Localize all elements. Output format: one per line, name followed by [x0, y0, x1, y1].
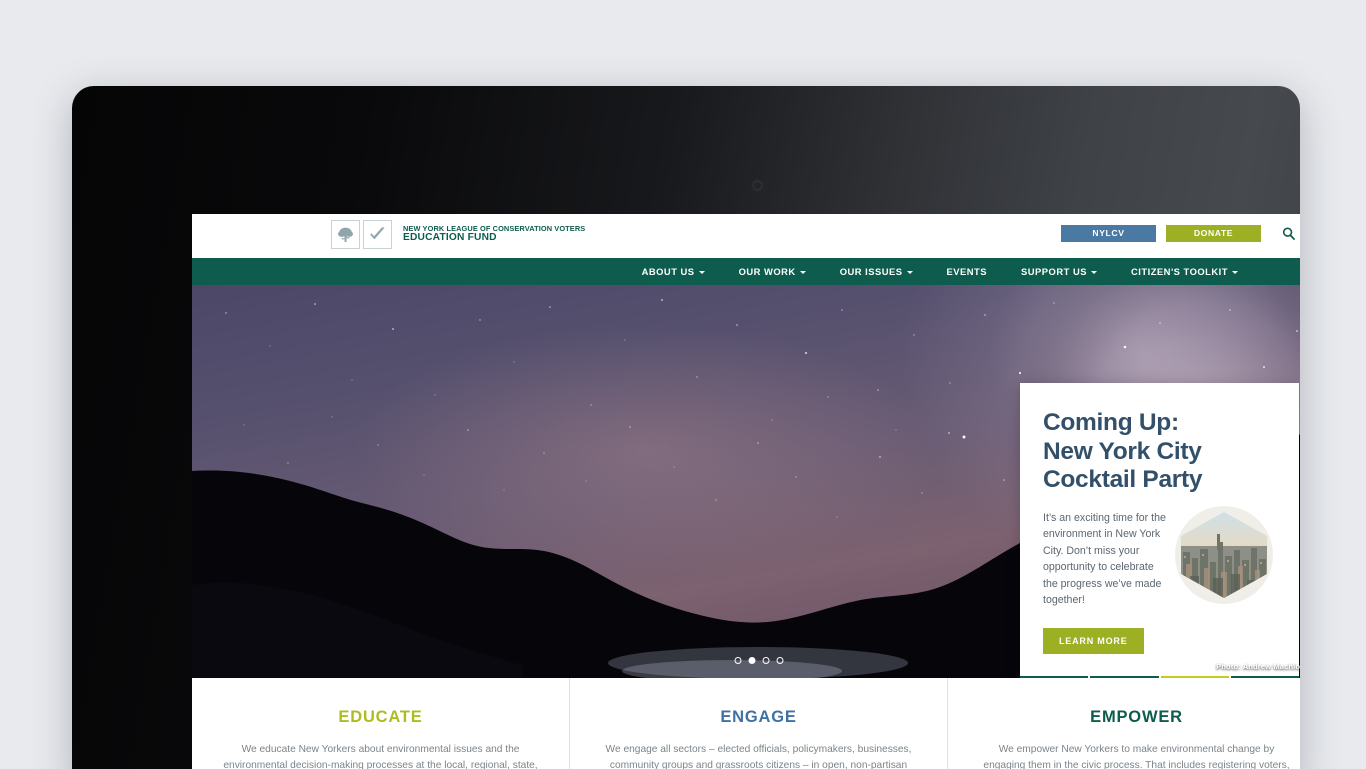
feature-description-educate: We educate New Yorkers about environment…: [223, 744, 538, 769]
feature-columns: EDUCATE We educate New Yorkers about envi…: [192, 678, 1300, 769]
slider-dots: [734, 657, 783, 664]
nav-item-about-us[interactable]: ABOUT US: [625, 266, 722, 277]
chevron-down-icon: [799, 271, 806, 274]
nav-item-our-issues[interactable]: OUR ISSUES: [823, 266, 930, 277]
feature-title-educate: EDUCATE: [338, 708, 423, 726]
nav-item-support-us[interactable]: SUPPORT US: [1004, 266, 1114, 277]
laptop-frame: NEW YORK LEAGUE OF CONSERVATION VOTERS E…: [72, 86, 1300, 769]
main-navigation: ABOUT US OUR WORK OUR ISSUES EVENTS SUPPORT …: [192, 258, 1300, 285]
feature-title-engage: ENGAGE: [720, 708, 797, 726]
chevron-down-icon: [698, 271, 705, 274]
feature-description-empower: We empower New Yorkers to make environme…: [983, 744, 1290, 769]
hero-title-line-1: Coming Up:: [1043, 409, 1179, 436]
slider-dot-1[interactable]: [734, 657, 741, 664]
nav-item-events[interactable]: EVENTS: [930, 266, 1005, 277]
chevron-down-icon: [1232, 271, 1238, 274]
feature-card-empower: EMPOWER We empower New Yorkers to make en…: [947, 678, 1300, 769]
browser-screen: NEW YORK LEAGUE OF CONSERVATION VOTERS E…: [192, 214, 1300, 769]
hero-card-title: Coming Up: New York City Cocktail Party: [1043, 409, 1276, 495]
feature-card-engage: ENGAGE We engage all sectors – elected of…: [569, 678, 947, 769]
hero-learn-more-button[interactable]: LEARN MORE: [1043, 628, 1144, 655]
hero-title-line-3: Cocktail Party: [1043, 466, 1203, 494]
logo-wordmark: NEW YORK LEAGUE OF CONSERVATION VOTERS E…: [403, 225, 585, 243]
slider-dot-4[interactable]: [776, 657, 783, 664]
hero-title-line-2: New York City: [1043, 437, 1202, 465]
nav-item-label: CITIZEN'S TOOLKIT: [1130, 266, 1228, 277]
search-icon[interactable]: [1279, 224, 1297, 242]
feature-description-engage: We engage all sectors – elected official…: [605, 744, 912, 769]
donate-button[interactable]: DONATE: [1166, 224, 1261, 242]
nav-item-our-work[interactable]: OUR WORK: [722, 266, 823, 277]
nav-item-label: OUR WORK: [738, 266, 796, 277]
nav-item-label: SUPPORT US: [1021, 266, 1087, 277]
nav-item-label: OUR ISSUES: [839, 266, 903, 277]
site-header: NEW YORK LEAGUE OF CONSERVATION VOTERS E…: [192, 214, 1300, 258]
hero-slider: Coming Up: New York City Cocktail Party …: [192, 285, 1300, 678]
nyc-skyline-hexagon-image: [1175, 505, 1273, 604]
site-logo[interactable]: NEW YORK LEAGUE OF CONSERVATION VOTERS E…: [331, 220, 585, 249]
photo-credit: Photo: Andrew Machlowski: [1216, 662, 1300, 671]
nylcv-button[interactable]: NYLCV: [1061, 224, 1156, 242]
slider-dot-2-active[interactable]: [748, 657, 755, 664]
chevron-down-icon: [1090, 271, 1097, 274]
tree-icon: [331, 220, 360, 249]
nav-item-label: ABOUT US: [641, 266, 695, 277]
hero-promo-card: Coming Up: New York City Cocktail Party …: [1020, 383, 1299, 678]
checkmark-icon: [363, 220, 392, 249]
hero-card-description: It’s an exciting time for the environmen…: [1043, 511, 1166, 606]
slider-dot-3[interactable]: [762, 657, 769, 664]
feature-card-educate: EDUCATE We educate New Yorkers about envi…: [192, 678, 569, 769]
nav-item-label: EVENTS: [946, 266, 988, 277]
feature-title-empower: EMPOWER: [1090, 708, 1183, 726]
nav-item-citizen-s-toolkit[interactable]: CITIZEN'S TOOLKIT: [1114, 266, 1255, 277]
webcam-icon: [754, 182, 761, 189]
chevron-down-icon: [906, 271, 913, 274]
hero-card-body: It’s an exciting time for the environmen…: [1043, 505, 1276, 608]
logo-line-2: EDUCATION FUND: [403, 232, 497, 244]
screenshot-canvas: NEW YORK LEAGUE OF CONSERVATION VOTERS E…: [0, 0, 1366, 769]
hero-card-content: Coming Up: New York City Cocktail Party …: [1020, 383, 1299, 676]
header-actions: NYLCV DONATE: [1061, 224, 1297, 242]
logo-marks: [331, 220, 392, 249]
